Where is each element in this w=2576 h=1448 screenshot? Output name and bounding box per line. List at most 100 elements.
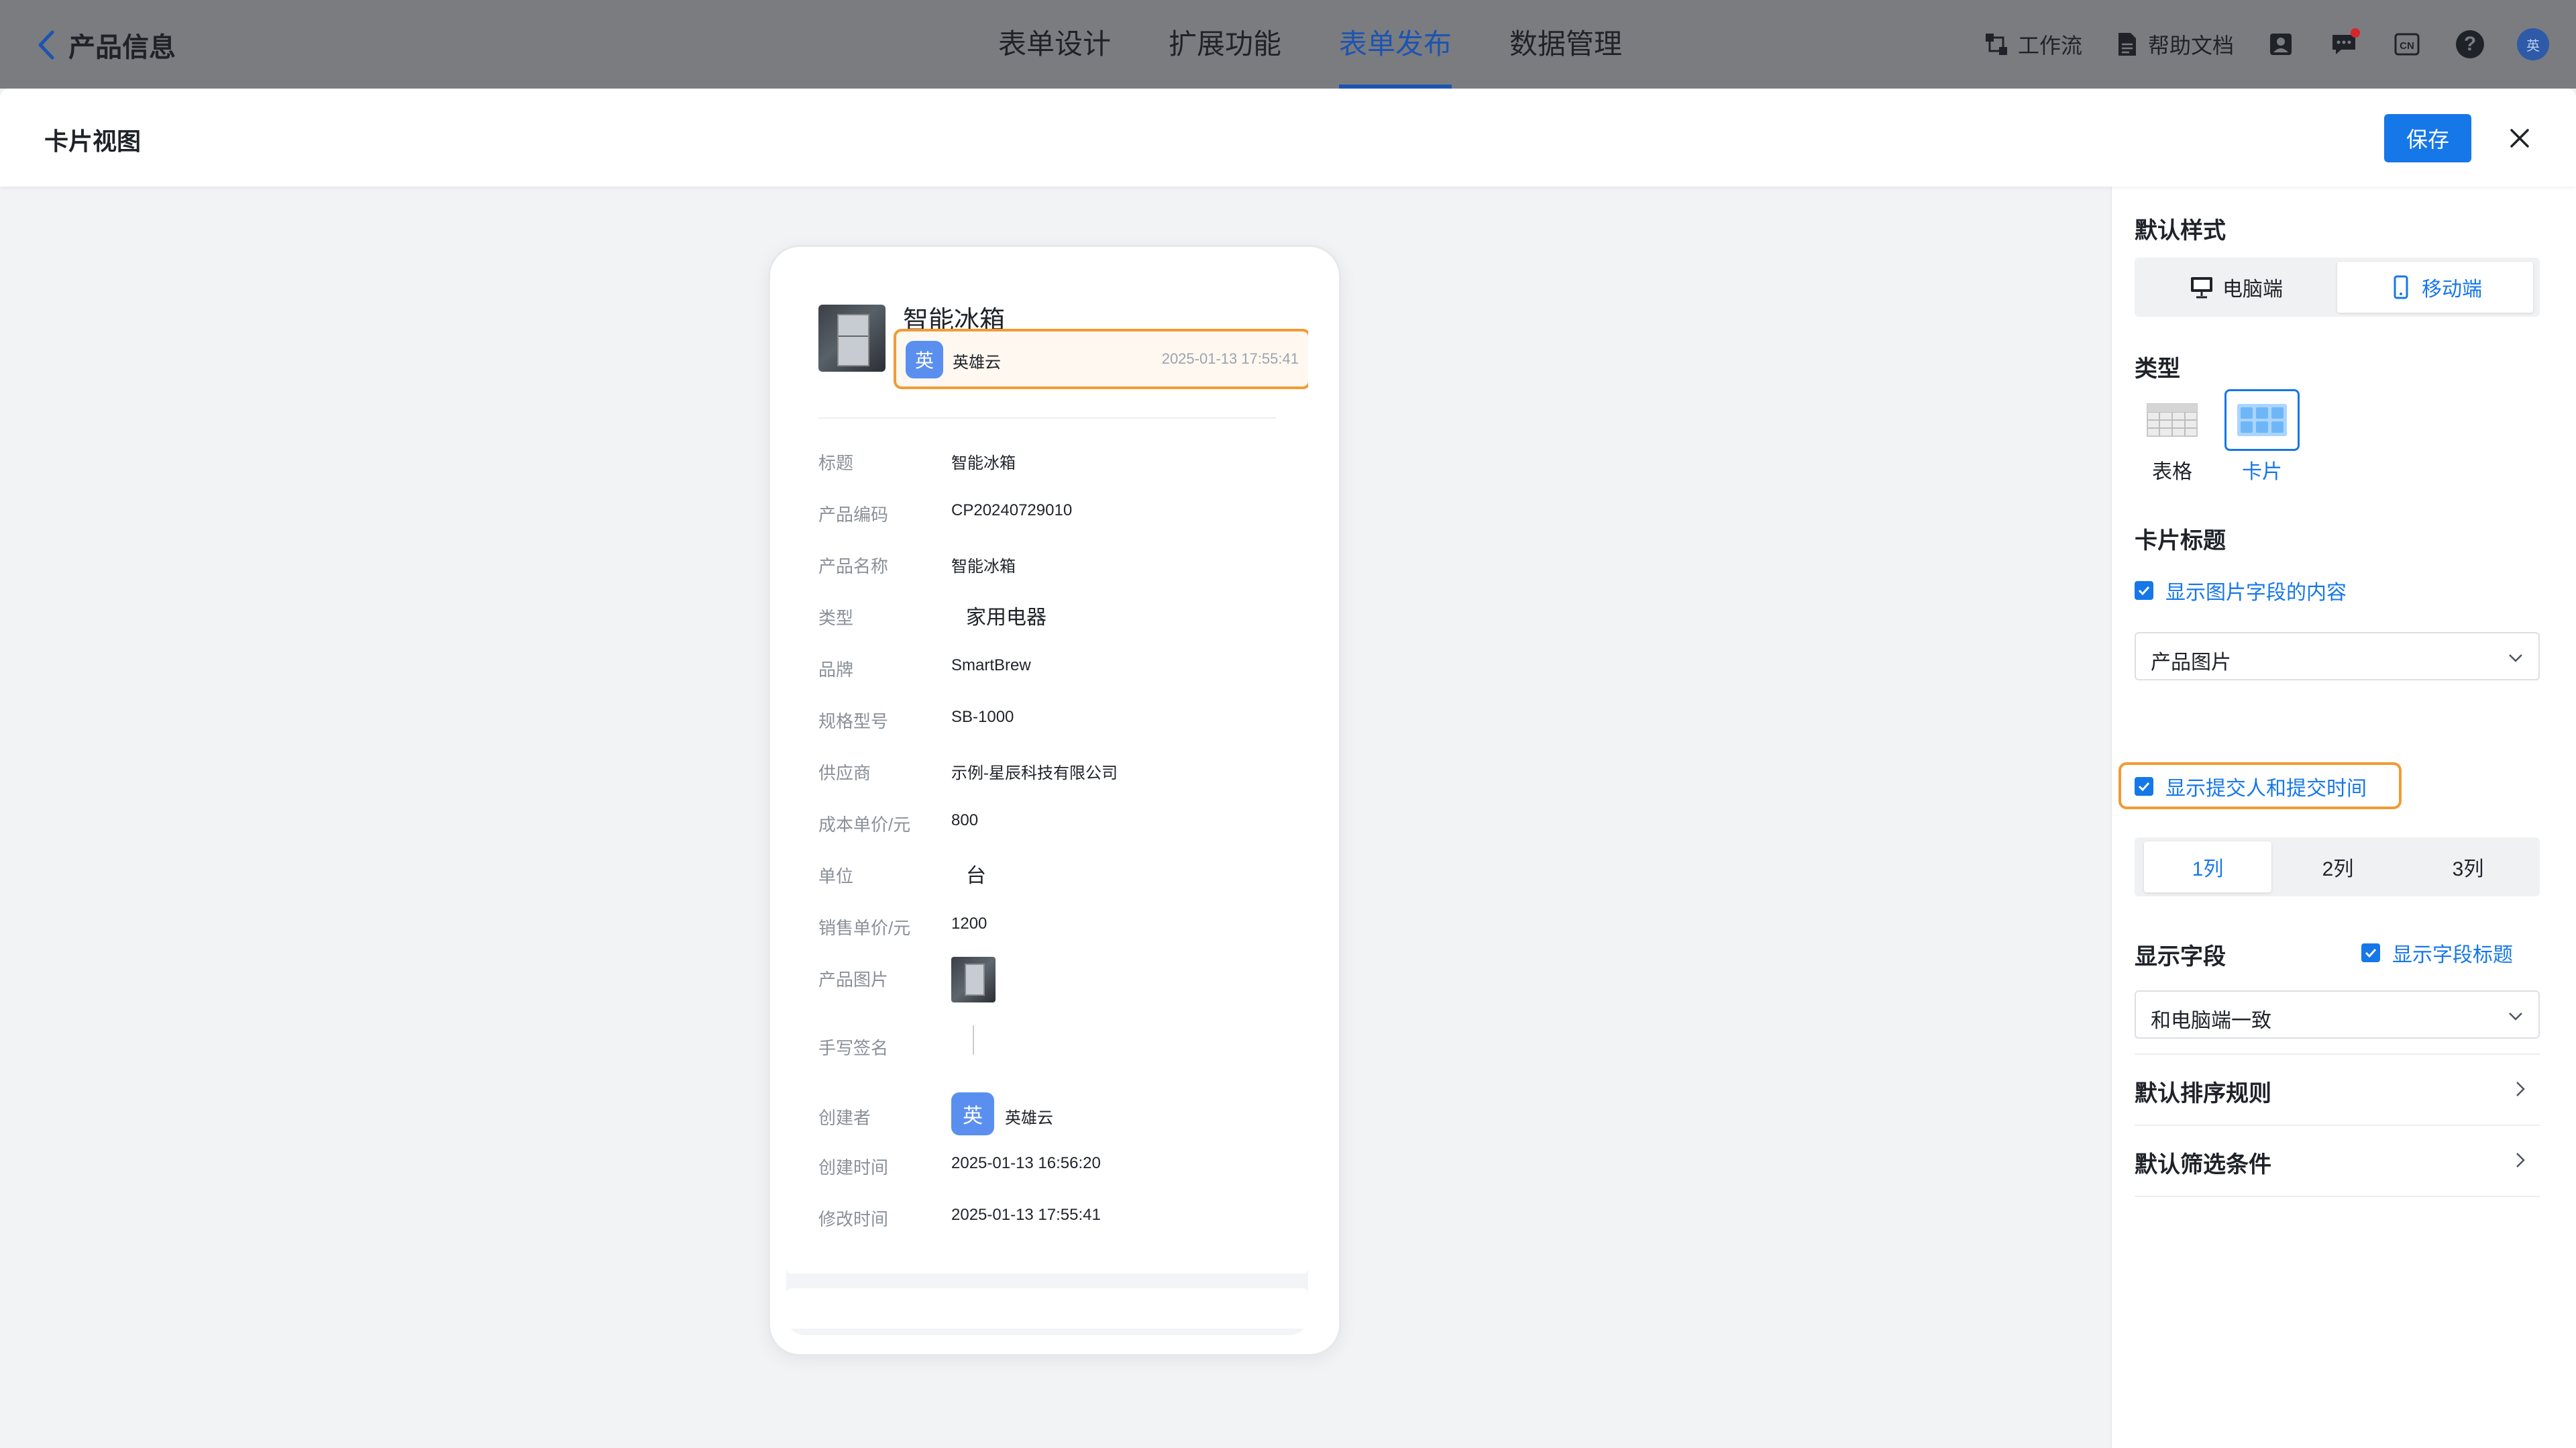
submit-time: 2025-01-13 17:55:41: [1161, 350, 1299, 367]
help-icon: ?: [2456, 30, 2484, 58]
field-row-sale-price: 销售单价/元 1200: [818, 902, 1288, 943]
chevron-right-icon: [2516, 1082, 2525, 1096]
checkbox-checked-icon: [2361, 943, 2380, 962]
tab-form-publish[interactable]: 表单发布: [1339, 0, 1452, 89]
user-avatar-button[interactable]: 英: [2517, 28, 2549, 60]
chevron-right-icon: [2516, 1153, 2525, 1168]
submitter-info: 英 英雄云 2025-01-13 17:55:41: [894, 329, 1308, 389]
field-value: CP20240729010: [951, 501, 1073, 519]
field-value: 智能冰箱: [951, 558, 1016, 576]
field-value: 台: [966, 865, 986, 887]
field-label: 供应商: [818, 763, 871, 783]
submitter-avatar: 英: [906, 341, 943, 378]
field-row-model: 规格型号 SB-1000: [818, 696, 1288, 736]
field-row-signature: 手写签名: [818, 1023, 1288, 1063]
app-title: 产品信息: [68, 33, 176, 62]
mobile-preview: 智能冰箱 英 英雄云 2025-01-13 17:55:41 标题 智能冰箱 产…: [770, 247, 1339, 1354]
tab-form-design[interactable]: 表单设计: [998, 0, 1111, 89]
field-label: 产品图片: [818, 970, 889, 990]
column-2-option[interactable]: 2列: [2274, 841, 2402, 892]
product-image-thumbnail[interactable]: [951, 957, 996, 1002]
workflow-icon: [1985, 34, 2007, 55]
field-row-unit: 单位 台: [818, 851, 1288, 891]
default-style-heading: 默认样式: [2135, 218, 2226, 244]
show-image-checkbox[interactable]: 显示图片字段的内容: [2135, 576, 2347, 605]
field-label: 产品名称: [818, 556, 889, 576]
help-doc-button[interactable]: 帮助文档: [2113, 29, 2234, 60]
sort-rule-row[interactable]: 默认排序规则: [2135, 1055, 2540, 1126]
display-fields-select[interactable]: 和电脑端一致: [2135, 990, 2540, 1039]
messages-button[interactable]: [2328, 28, 2360, 60]
close-button[interactable]: [2501, 119, 2538, 157]
card-grid-icon: [2237, 404, 2287, 436]
filter-label: 默认筛选条件: [2135, 1152, 2271, 1178]
signature-placeholder: [973, 1025, 974, 1055]
mobile-preview-screen: 智能冰箱 英 英雄云 2025-01-13 17:55:41 标题 智能冰箱 产…: [786, 266, 1308, 1335]
filter-row[interactable]: 默认筛选条件: [2135, 1126, 2540, 1197]
tab-extensions[interactable]: 扩展功能: [1169, 0, 1281, 89]
field-label: 销售单价/元: [818, 918, 911, 938]
show-field-title-label: 显示字段标题: [2392, 944, 2513, 966]
field-value: 800: [951, 811, 979, 829]
checkbox-checked-icon: [2135, 581, 2153, 600]
image-field-select[interactable]: 产品图片: [2135, 632, 2540, 680]
table-icon: [2147, 403, 2198, 437]
column-1-option[interactable]: 1列: [2144, 841, 2271, 892]
show-submitter-checkbox[interactable]: 显示提交人和提交时间: [2135, 772, 2367, 801]
field-label: 产品编码: [818, 505, 889, 525]
toolbar: 工作流 帮助文档 CN ? 英: [1983, 23, 2549, 66]
pc-tab[interactable]: 电脑端: [2139, 262, 2333, 313]
column-3-option[interactable]: 3列: [2404, 841, 2532, 892]
column-switch: 1列 2列 3列: [2135, 837, 2540, 896]
top-bar: 产品信息 表单设计 扩展功能 表单发布 数据管理 工作流 帮助文档 CN ? 英: [0, 0, 2576, 89]
record-card[interactable]: 智能冰箱 英 英雄云 2025-01-13 17:55:41 标题 智能冰箱 产…: [786, 266, 1308, 1274]
field-value: SB-1000: [951, 708, 1014, 726]
language-button[interactable]: CN: [2391, 28, 2423, 60]
field-value: 1200: [951, 915, 987, 933]
type-option-card[interactable]: 卡片: [2224, 389, 2300, 488]
type-card-label: 卡片: [2242, 461, 2282, 483]
field-row-product-name: 产品名称 智能冰箱: [818, 541, 1288, 581]
main-nav: 表单设计 扩展功能 表单发布 数据管理: [998, 0, 1622, 89]
back-button[interactable]: 产品信息: [35, 25, 176, 64]
tab-data-management[interactable]: 数据管理: [1509, 0, 1622, 89]
contacts-button[interactable]: [2265, 28, 2297, 60]
show-field-title-checkbox[interactable]: 显示字段标题: [2361, 938, 2513, 968]
mobile-tab-label: 移动端: [2422, 278, 2482, 301]
avatar: 英: [2517, 28, 2549, 60]
card-title-heading: 卡片标题: [2135, 528, 2226, 554]
field-label: 单位: [818, 866, 854, 886]
display-fields-select-value: 和电脑端一致: [2151, 1010, 2271, 1032]
save-button[interactable]: 保存: [2384, 114, 2471, 162]
type-option-table[interactable]: 表格: [2135, 389, 2210, 488]
field-label: 创建时间: [818, 1157, 889, 1178]
image-field-select-value: 产品图片: [2151, 652, 2231, 674]
field-label: 规格型号: [818, 711, 889, 731]
field-value: 2025-01-13 16:56:20: [951, 1154, 1101, 1172]
field-row-created-time: 创建时间 2025-01-13 16:56:20: [818, 1142, 1288, 1182]
contact-card-icon: [2270, 34, 2292, 55]
field-row-cost-price: 成本单价/元 800: [818, 799, 1288, 839]
device-switch: 电脑端 移动端: [2135, 258, 2540, 317]
field-label: 修改时间: [818, 1209, 889, 1229]
workflow-button[interactable]: 工作流: [1983, 29, 2082, 60]
workflow-label: 工作流: [2017, 34, 2082, 58]
next-record-card[interactable]: [786, 1288, 1308, 1329]
type-table-preview: [2135, 389, 2210, 451]
mobile-tab[interactable]: 移动端: [2337, 262, 2533, 313]
help-button[interactable]: ?: [2454, 28, 2486, 60]
field-value: 家用电器: [966, 607, 1046, 629]
svg-text:CN: CN: [2400, 40, 2414, 52]
modal-title: 卡片视图: [44, 127, 142, 155]
help-doc-label: 帮助文档: [2147, 34, 2234, 58]
field-value: 智能冰箱: [951, 454, 1016, 472]
sort-rule-label: 默认排序规则: [2135, 1081, 2271, 1106]
display-fields-heading: 显示字段: [2135, 944, 2226, 970]
field-row-creator: 创建者 英 英雄云: [818, 1092, 1288, 1135]
field-label: 手写签名: [818, 1038, 889, 1058]
card-divider: [818, 417, 1276, 419]
creator-name: 英雄云: [1005, 1109, 1053, 1127]
card-view-modal: 卡片视图 保存 智能冰箱 英 英雄云 2025-01-13 17:55:41 标…: [0, 89, 2576, 1448]
card-thumbnail: [818, 305, 885, 372]
document-icon: [2118, 33, 2136, 56]
